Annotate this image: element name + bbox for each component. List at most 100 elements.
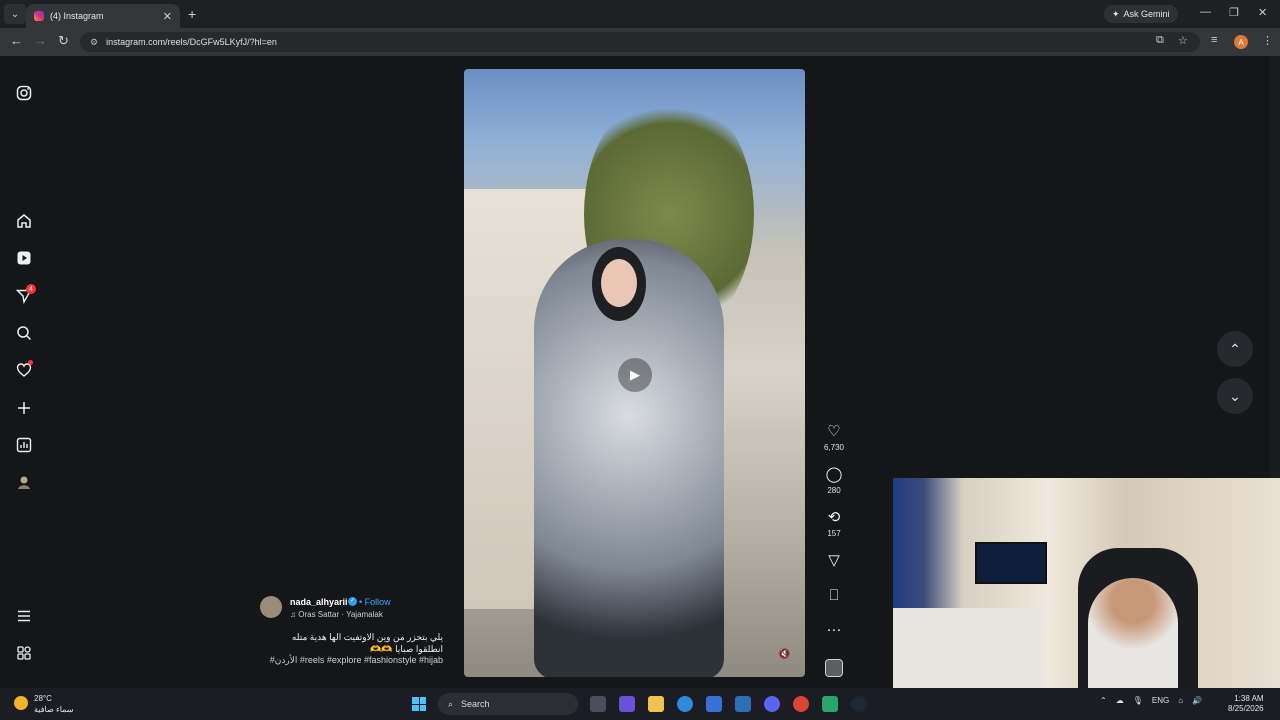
repost-action[interactable]: ⟲ 157 xyxy=(818,509,850,538)
like-heart-icon[interactable]: ♡ xyxy=(818,423,850,441)
volume-icon[interactable]: 🔊 xyxy=(1192,696,1202,705)
file-explorer-icon[interactable] xyxy=(648,696,664,712)
bookmark-star-icon[interactable]: ☆ xyxy=(1178,34,1188,47)
home-icon[interactable] xyxy=(14,211,34,231)
weather-description: سماء صافية xyxy=(34,705,74,714)
windows-start-icon[interactable] xyxy=(412,697,426,711)
chevron-down-icon: ⌄ xyxy=(1229,387,1241,404)
clock-date: 8/25/2026 xyxy=(1228,704,1264,713)
comment-icon[interactable]: ◯ xyxy=(818,466,850,484)
temperature: 28°C xyxy=(34,694,52,703)
repost-count: 157 xyxy=(827,529,841,538)
profile-avatar-icon[interactable] xyxy=(14,472,34,492)
forward-icon[interactable]: → xyxy=(34,33,47,48)
copilot-icon[interactable] xyxy=(619,696,635,712)
bookmark-icon[interactable]: ⎕ xyxy=(818,587,850,605)
browser-menu-icon[interactable]: ⋮ xyxy=(1262,34,1273,47)
windows-taskbar: 28°C سماء صافية ⌕ Search ⌃ ☁ 🎙 ENG ⌂ 🔊 1… xyxy=(0,688,1280,720)
comment-count: 280 xyxy=(827,486,841,495)
tab-search-button[interactable]: ⌄ xyxy=(4,4,26,24)
close-window-icon[interactable]: ✕ xyxy=(1258,6,1267,19)
tab-title: (4) Instagram xyxy=(50,11,104,21)
weather-widget[interactable]: 28°C سماء صافية xyxy=(34,693,74,715)
gemini-icon: ✦ xyxy=(1112,8,1120,19)
discord-icon[interactable] xyxy=(764,696,780,712)
caption-line-1: يلي بتحزر من وين الاوتفيت الها هدية متله xyxy=(291,632,443,642)
chevron-up-icon: ⌃ xyxy=(1229,340,1241,357)
audio-thumbnail[interactable] xyxy=(825,659,843,677)
system-tray: ⌃ ☁ 🎙 ENG ⌂ 🔊 xyxy=(1100,696,1202,705)
browser-toolbar: ← → ↻ ⚙ instagram.com/reels/DcGFw5LKyfJ/… xyxy=(0,28,1280,56)
search-label: Search xyxy=(461,699,490,709)
task-view-icon[interactable] xyxy=(590,696,606,712)
notification-dot xyxy=(28,360,33,365)
mute-icon[interactable]: 🔇 xyxy=(778,649,790,660)
creator-avatar[interactable] xyxy=(260,596,282,618)
follow-label: Follow xyxy=(364,597,391,607)
store-icon[interactable] xyxy=(706,696,722,712)
previous-reel-button[interactable]: ⌃ xyxy=(1217,331,1253,367)
ask-gemini-button[interactable]: ✦ Ask Gemini xyxy=(1104,5,1178,23)
instagram-logo-icon[interactable] xyxy=(14,83,34,103)
dashboard-icon[interactable] xyxy=(14,435,34,455)
restore-icon[interactable]: ❐ xyxy=(1229,6,1239,19)
like-count: 6,730 xyxy=(823,443,845,452)
taskbar-clock[interactable]: 1:38 AM 8/25/2026 xyxy=(1228,694,1264,714)
verified-badge-icon: ✓ xyxy=(348,597,357,606)
back-icon[interactable]: ← xyxy=(10,33,23,48)
install-app-icon[interactable]: ⧉ xyxy=(1156,34,1164,47)
new-tab-button[interactable]: + xyxy=(188,6,196,22)
more-dots-icon[interactable]: ··· xyxy=(818,621,850,639)
app-icon[interactable] xyxy=(822,696,838,712)
create-plus-icon[interactable] xyxy=(14,398,34,418)
address-bar[interactable]: ⚙ instagram.com/reels/DcGFw5LKyfJ/?hl=en xyxy=(80,32,1200,52)
more-options[interactable]: ··· xyxy=(818,621,850,639)
audio-label: Oras Sattar · Yajamalak xyxy=(298,610,383,619)
messages-icon[interactable]: 4 xyxy=(14,284,36,306)
messages-badge: 4 xyxy=(26,284,36,294)
edge-icon[interactable] xyxy=(677,696,693,712)
browser-tab[interactable]: (4) Instagram ✕ xyxy=(26,4,180,28)
caption-hashtags[interactable]: #الأردن #reels #explore #fashionstyle #h… xyxy=(255,655,443,666)
reel-audio[interactable]: ♫ Oras Sattar · Yajamalak xyxy=(290,610,383,619)
share-action[interactable]: ▽ xyxy=(818,552,850,570)
onedrive-icon[interactable]: ☁ xyxy=(1116,696,1124,705)
notifications-heart-icon[interactable] xyxy=(14,360,34,380)
next-reel-button[interactable]: ⌄ xyxy=(1217,378,1253,414)
site-info-icon[interactable]: ⚙ xyxy=(90,37,98,48)
caption-text: يلي بتحزر من وين الاوتفيت الها هدية متله… xyxy=(255,631,443,655)
reels-icon[interactable] xyxy=(14,248,34,268)
network-icon[interactable]: ⌂ xyxy=(1178,696,1183,705)
save-action[interactable]: ⎕ xyxy=(818,587,850,605)
minimize-icon[interactable]: — xyxy=(1200,6,1211,18)
chrome-icon[interactable] xyxy=(793,696,809,712)
caption-line-2: انطلقوا صبايا 🫶🫶 xyxy=(370,644,443,654)
tray-chevron-icon[interactable]: ⌃ xyxy=(1100,696,1107,705)
webcam-overlay xyxy=(893,478,1280,696)
reload-icon[interactable]: ↻ xyxy=(58,33,69,49)
reading-list-icon[interactable]: ≡ xyxy=(1211,34,1217,46)
comment-action[interactable]: ◯ 280 xyxy=(818,466,850,495)
profile-avatar[interactable]: A xyxy=(1234,35,1248,49)
share-icon[interactable]: ▽ xyxy=(818,552,850,570)
mail-icon[interactable] xyxy=(735,696,751,712)
instagram-sidebar: 4 xyxy=(0,56,50,688)
microphone-icon[interactable]: 🎙 xyxy=(1133,696,1143,705)
repost-icon[interactable]: ⟲ xyxy=(818,509,850,527)
like-action[interactable]: ♡ 6,730 xyxy=(818,423,850,452)
creator-username[interactable]: nada_alhyarii xyxy=(290,597,348,607)
browser-tab-bar: ⌄ (4) Instagram ✕ + ✦ Ask Gemini — ❐ ✕ xyxy=(0,0,1280,28)
steam-icon[interactable] xyxy=(851,696,867,712)
also-from-meta-icon[interactable] xyxy=(14,643,34,663)
ask-gemini-label: Ask Gemini xyxy=(1123,9,1170,19)
play-icon[interactable]: ▶ xyxy=(618,358,652,392)
search-icon[interactable] xyxy=(14,323,34,343)
more-menu-icon[interactable] xyxy=(14,606,34,626)
taskbar-search[interactable]: ⌕ Search xyxy=(438,693,578,715)
language-indicator[interactable]: ENG xyxy=(1152,696,1169,705)
close-tab-icon[interactable]: ✕ xyxy=(163,10,172,23)
follow-button[interactable]: • Follow xyxy=(359,597,391,607)
weather-moon-icon[interactable] xyxy=(14,696,28,710)
reel-video[interactable]: ▶ 🔇 xyxy=(464,69,805,677)
webcam-tv xyxy=(975,542,1047,584)
